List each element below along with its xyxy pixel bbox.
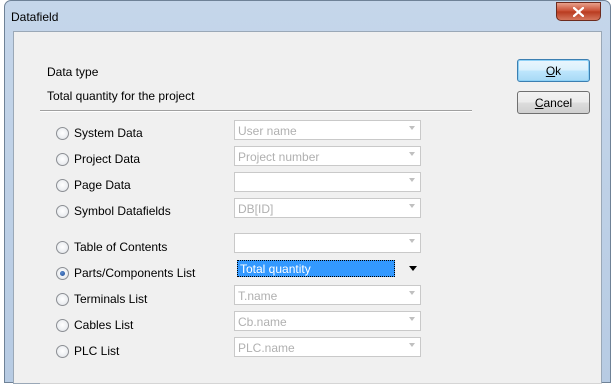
radio-label-page-data[interactable]: Page Data [74, 178, 131, 192]
radio-label-symbol-datafields[interactable]: Symbol Datafields [74, 204, 171, 218]
dropdown-arrow-icon[interactable] [409, 266, 417, 271]
combo-value: T.name [238, 289, 278, 303]
radio-page-data[interactable] [56, 179, 69, 192]
dialog-client-area: Data type Total quantity for the project… [13, 31, 602, 384]
radio-label-parts-components-list[interactable]: Parts/Components List [74, 266, 195, 280]
close-x-icon [573, 6, 584, 17]
radio-symbol-datafields[interactable] [56, 205, 69, 218]
combo-symbol-datafields: DB[ID] [234, 198, 421, 218]
dropdown-arrow-icon [409, 239, 415, 243]
dropdown-arrow-icon [409, 152, 415, 156]
radio-label-table-of-contents[interactable]: Table of Contents [74, 240, 167, 254]
combo-page-data [234, 172, 421, 192]
combo-project-data: Project number [234, 146, 421, 166]
combo-value: DB[ID] [238, 202, 274, 216]
combo-value: Project number [238, 150, 320, 164]
radio-label-plc-list[interactable]: PLC List [74, 344, 119, 358]
close-button[interactable] [556, 2, 601, 21]
combo-system-data: User name [234, 120, 421, 140]
combo-value: User name [238, 124, 297, 138]
selection-summary: Total quantity for the project [47, 89, 195, 103]
radio-label-system-data[interactable]: System Data [74, 126, 143, 140]
radio-system-data[interactable] [56, 127, 69, 140]
combo-value: Cb.name [238, 315, 287, 329]
dropdown-arrow-icon [409, 343, 415, 347]
cancel-button[interactable]: Cancel [517, 91, 590, 114]
cancel-mnemonic: C [534, 95, 544, 110]
radio-label-terminals-list[interactable]: Terminals List [74, 292, 147, 306]
radio-table-of-contents[interactable] [56, 241, 69, 254]
dropdown-arrow-icon [409, 204, 415, 208]
radio-terminals-list[interactable] [56, 293, 69, 306]
combo-cables-list: Cb.name [234, 311, 421, 331]
group-divider [40, 110, 472, 112]
data-type-label: Data type [47, 65, 99, 79]
datafield-dialog: Datafield Data type Total quantity for t… [4, 0, 611, 384]
title-bar[interactable]: Datafield [5, 1, 610, 31]
radio-cables-list[interactable] [56, 319, 69, 332]
radio-parts-components-list[interactable] [56, 267, 69, 280]
combo-value: Total quantity [240, 262, 311, 276]
cancel-label-rest: ancel [543, 95, 573, 110]
radio-label-cables-list[interactable]: Cables List [74, 318, 133, 332]
combo-value: PLC.name [238, 341, 295, 355]
combo-terminals-list: T.name [234, 285, 421, 305]
ok-label-rest: k [555, 63, 562, 78]
window-title: Datafield [11, 10, 59, 24]
ok-mnemonic: O [545, 63, 556, 78]
dropdown-arrow-icon [409, 317, 415, 321]
radio-label-project-data[interactable]: Project Data [74, 152, 140, 166]
dropdown-arrow-icon [409, 291, 415, 295]
radio-project-data[interactable] [56, 153, 69, 166]
combo-parts-components-list[interactable]: Total quantity [234, 259, 421, 279]
combo-table-of-contents [234, 233, 421, 253]
dropdown-arrow-icon [409, 126, 415, 130]
ok-button[interactable]: Ok [517, 59, 590, 82]
dropdown-arrow-icon [409, 178, 415, 182]
radio-plc-list[interactable] [56, 345, 69, 358]
combo-plc-list: PLC.name [234, 337, 421, 357]
